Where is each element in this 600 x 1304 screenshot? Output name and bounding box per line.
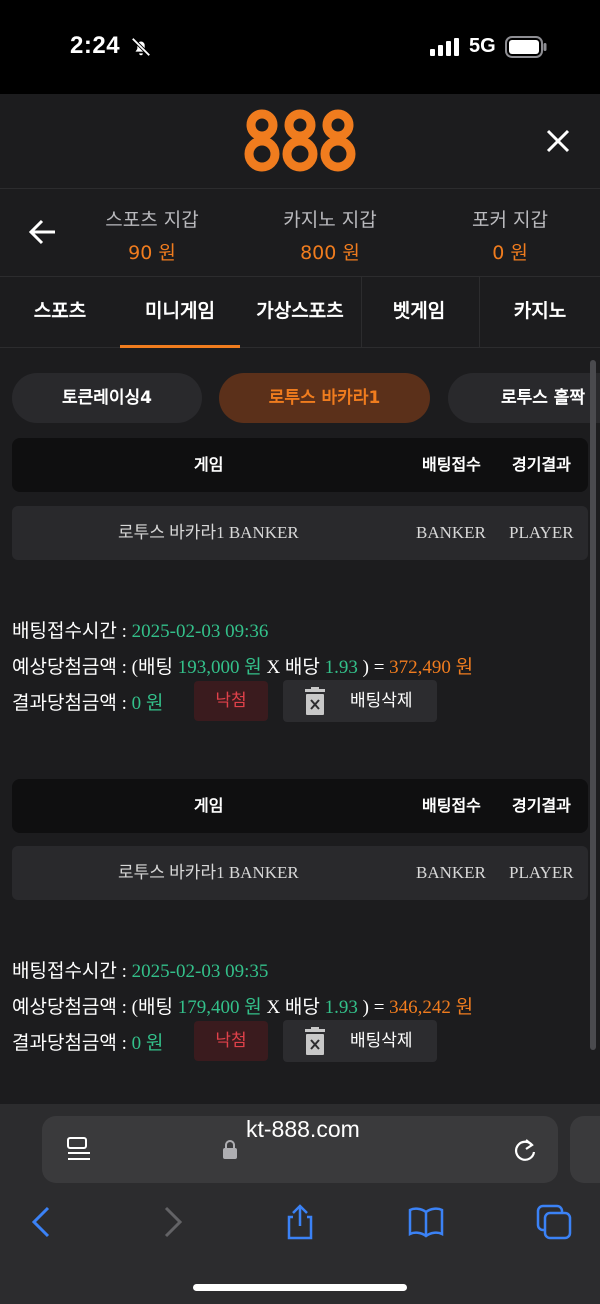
bet-history-content: 토큰레이싱4 로투스 바카라1 로투스 홀짝 게임 배팅접수 경기결과 로투스 …	[0, 348, 600, 1104]
casino-wallet: 카지노 지갑 800 원	[255, 205, 405, 265]
wallet-value: 0 원	[492, 242, 528, 264]
lock-icon	[223, 1140, 237, 1159]
odds-value: 1.93	[324, 657, 358, 678]
actual-win-line: 결과당첨금액 : 0 원	[12, 1028, 163, 1055]
back-arrow-icon[interactable]	[28, 218, 58, 246]
delete-bet-button[interactable]: 배팅삭제	[283, 1020, 437, 1062]
table-row: 로투스 바카라1 BANKER BANKER PLAYER	[12, 846, 588, 900]
delete-label: 배팅삭제	[350, 691, 413, 711]
delete-label: 배팅삭제	[350, 1031, 413, 1051]
brand-logo[interactable]	[244, 108, 356, 172]
bet-amount: 179,400 원	[177, 997, 262, 1018]
battery-icon	[505, 36, 547, 58]
poker-wallet: 포커 지갑 0 원	[435, 205, 585, 265]
status-bar: 2:24 5G	[0, 0, 600, 94]
close-eq: ) =	[362, 997, 385, 1018]
row-bet-pick: BANKER	[416, 523, 486, 542]
header-game: 게임	[194, 796, 224, 815]
wallet-value: 90 원	[128, 242, 176, 264]
share-icon[interactable]	[282, 1204, 318, 1240]
sports-wallet: 스포츠 지갑 90 원	[77, 205, 227, 265]
bet-time-line: 배팅접수시간 : 2025-02-03 09:35	[12, 956, 268, 983]
actual-win-line: 결과당첨금액 : 0 원	[12, 688, 163, 715]
status-badge: 낙첨	[194, 1021, 268, 1061]
next-tab-preview[interactable]	[570, 1116, 600, 1183]
expected-label: 예상당첨금액 : (배팅	[12, 657, 173, 678]
header-result: 경기결과	[512, 455, 571, 474]
signal-icon	[430, 38, 459, 56]
site-header	[0, 94, 600, 189]
row-game: 로투스 바카라1 BANKER	[118, 523, 299, 542]
actual-label: 결과당첨금액 :	[12, 693, 127, 714]
status-badge: 낙첨	[194, 681, 268, 721]
expected-win-line: 예상당첨금액 : (배팅 179,400 원 X 배당 1.93 ) = 346…	[12, 992, 473, 1019]
wallet-label: 스포츠 지갑	[105, 209, 199, 231]
close-eq: ) =	[362, 657, 385, 678]
tab-sports[interactable]: 스포츠	[0, 277, 120, 348]
bet-table-header: 게임 배팅접수 경기결과	[12, 438, 588, 492]
header-game: 게임	[194, 455, 224, 474]
address-bar[interactable]: kt-888.com	[42, 1116, 558, 1183]
expected-label: 예상당첨금액 : (배팅	[12, 997, 173, 1018]
expected-win-value: 346,242 원	[389, 997, 474, 1018]
odds-label: X 배당	[266, 997, 320, 1018]
reader-icon[interactable]	[66, 1137, 92, 1163]
home-indicator	[193, 1284, 407, 1291]
game-pill-lotus-odd-even[interactable]: 로투스 홀짝	[448, 373, 600, 423]
category-tabs: 스포츠 미니게임 가상스포츠 벳게임 카지노	[0, 277, 600, 348]
row-game: 로투스 바카라1 BANKER	[118, 863, 299, 882]
browser-toolbar: kt-888.com	[0, 1104, 600, 1304]
wallet-label: 카지노 지갑	[283, 209, 377, 231]
bell-slash-icon	[131, 37, 151, 57]
bet-time-label: 배팅접수시간 :	[12, 961, 127, 982]
reload-icon[interactable]	[512, 1136, 538, 1164]
url-text: kt-888.com	[246, 1116, 360, 1142]
network-type: 5G	[469, 35, 496, 57]
bet-time-value: 2025-02-03 09:36	[131, 621, 269, 642]
tab-minigame[interactable]: 미니게임	[120, 277, 240, 348]
table-row: 로투스 바카라1 BANKER BANKER PLAYER	[12, 506, 588, 560]
bet-time-label: 배팅접수시간 :	[12, 621, 127, 642]
actual-win-value: 0 원	[131, 693, 164, 714]
delete-bet-button[interactable]: 배팅삭제	[283, 680, 437, 722]
wallet-label: 포커 지갑	[472, 209, 548, 231]
actual-win-value: 0 원	[131, 1033, 164, 1054]
odds-label: X 배당	[266, 657, 320, 678]
odds-value: 1.93	[324, 997, 358, 1018]
wallet-bar: 스포츠 지갑 90 원 카지노 지갑 800 원 포커 지갑 0 원	[0, 189, 600, 277]
close-icon[interactable]	[544, 127, 572, 155]
header-bet: 배팅접수	[422, 455, 481, 474]
trash-icon	[305, 687, 325, 715]
expected-win-value: 372,490 원	[389, 657, 474, 678]
status-time: 2:24	[70, 32, 121, 59]
row-result: PLAYER	[509, 523, 574, 542]
bookmarks-icon[interactable]	[408, 1204, 444, 1240]
expected-win-line: 예상당첨금액 : (배팅 193,000 원 X 배당 1.93 ) = 372…	[12, 652, 473, 679]
header-bet: 배팅접수	[422, 796, 481, 815]
row-bet-pick: BANKER	[416, 863, 486, 882]
nav-forward-icon[interactable]	[154, 1204, 190, 1240]
bet-amount: 193,000 원	[177, 657, 262, 678]
nav-back-icon[interactable]	[24, 1204, 60, 1240]
bet-time-line: 배팅접수시간 : 2025-02-03 09:36	[12, 616, 268, 643]
tabs-icon[interactable]	[536, 1204, 572, 1240]
wallet-value: 800 원	[300, 242, 360, 264]
tab-betgame[interactable]: 벳게임	[360, 277, 478, 348]
game-pill-lotus-baccarat[interactable]: 로투스 바카라1	[219, 373, 430, 423]
tab-virtual-sports[interactable]: 가상스포츠	[240, 277, 360, 348]
bet-table-header: 게임 배팅접수 경기결과	[12, 779, 588, 833]
page-scrollbar[interactable]	[590, 360, 596, 1050]
actual-label: 결과당첨금액 :	[12, 1033, 127, 1054]
tab-casino[interactable]: 카지노	[480, 277, 600, 348]
game-pill-token-racing[interactable]: 토큰레이싱4	[12, 373, 202, 423]
header-result: 경기결과	[512, 796, 571, 815]
row-result: PLAYER	[509, 863, 574, 882]
bet-time-value: 2025-02-03 09:35	[131, 961, 269, 982]
trash-icon	[305, 1027, 325, 1055]
